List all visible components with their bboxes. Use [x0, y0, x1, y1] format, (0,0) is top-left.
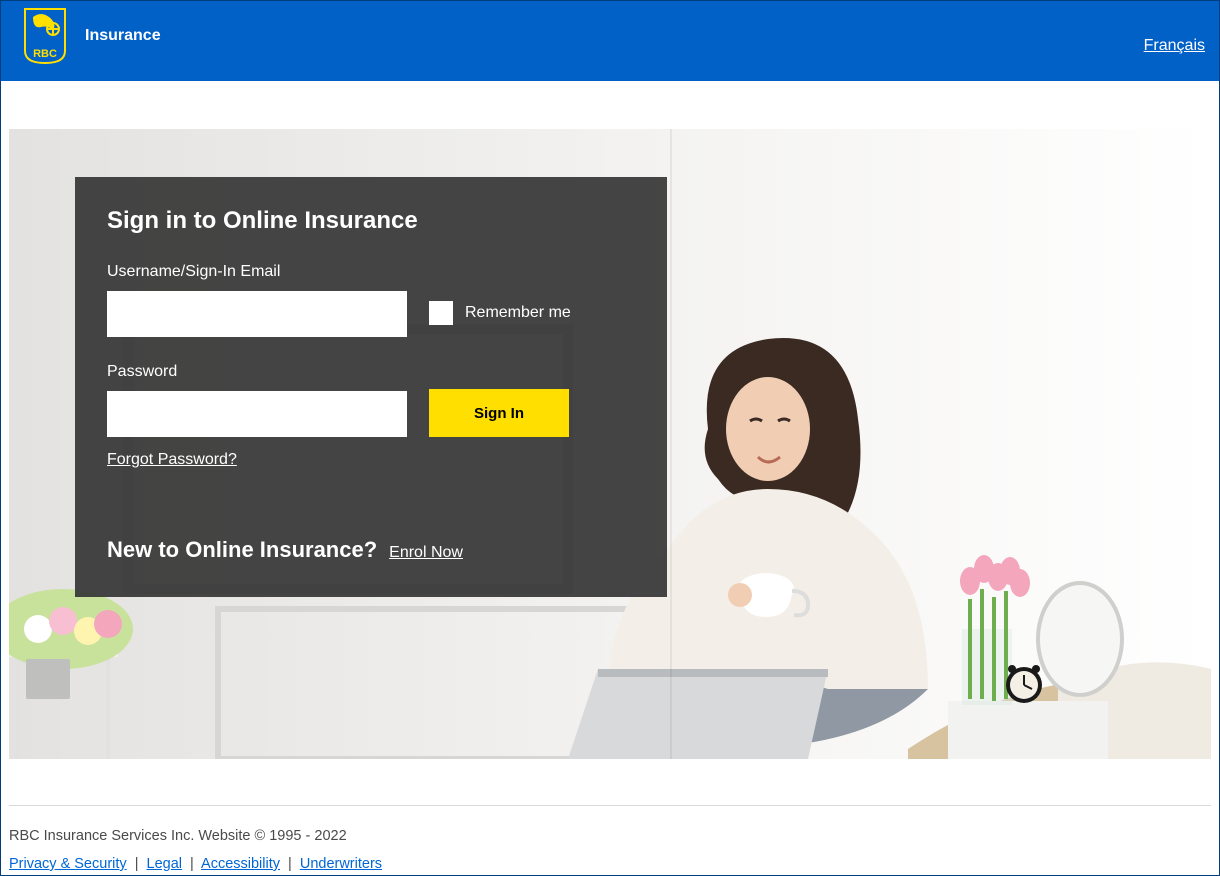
forgot-password-link[interactable]: Forgot Password?	[107, 451, 237, 468]
footer-link-underwriters[interactable]: Underwriters	[300, 856, 382, 872]
svg-text:RBC: RBC	[33, 48, 57, 60]
signin-title: Sign in to Online Insurance	[107, 207, 635, 235]
footer-link-accessibility[interactable]: Accessibility	[201, 856, 280, 872]
brand-label: Insurance	[85, 27, 161, 45]
username-input[interactable]	[107, 291, 407, 337]
signin-card: Sign in to Online Insurance Username/Sig…	[75, 177, 667, 597]
remember-me-label: Remember me	[465, 304, 571, 322]
username-label: Username/Sign-In Email	[107, 263, 407, 281]
password-input[interactable]	[107, 391, 407, 437]
header-left: RBC Insurance	[1, 1, 161, 65]
remember-me-checkbox[interactable]	[429, 301, 453, 325]
username-row: Username/Sign-In Email Remember me	[107, 263, 635, 337]
footer-copyright: RBC Insurance Services Inc. Website © 19…	[9, 828, 1211, 844]
password-row: Password Sign In	[107, 363, 635, 437]
remember-me-wrap: Remember me	[429, 301, 571, 337]
page-footer: RBC Insurance Services Inc. Website © 19…	[9, 805, 1211, 872]
enrol-row: New to Online Insurance? Enrol Now	[107, 537, 635, 563]
rbc-logo-icon: RBC	[23, 7, 67, 65]
password-label: Password	[107, 363, 407, 381]
footer-links: Privacy & Security | Legal | Accessibili…	[9, 856, 1211, 872]
footer-link-privacy[interactable]: Privacy & Security	[9, 856, 127, 872]
footer-separator: |	[190, 856, 194, 872]
footer-separator: |	[288, 856, 292, 872]
enrol-now-link[interactable]: Enrol Now	[389, 544, 463, 562]
username-field-wrap: Username/Sign-In Email	[107, 263, 407, 337]
app-header: RBC Insurance Français	[1, 1, 1219, 81]
new-to-online-title: New to Online Insurance?	[107, 537, 377, 563]
language-link[interactable]: Français	[1144, 37, 1205, 55]
signin-button[interactable]: Sign In	[429, 389, 569, 437]
footer-separator: |	[135, 856, 139, 872]
password-field-wrap: Password	[107, 363, 407, 437]
footer-link-legal[interactable]: Legal	[147, 856, 182, 872]
hero-section: Sign in to Online Insurance Username/Sig…	[9, 129, 1211, 759]
